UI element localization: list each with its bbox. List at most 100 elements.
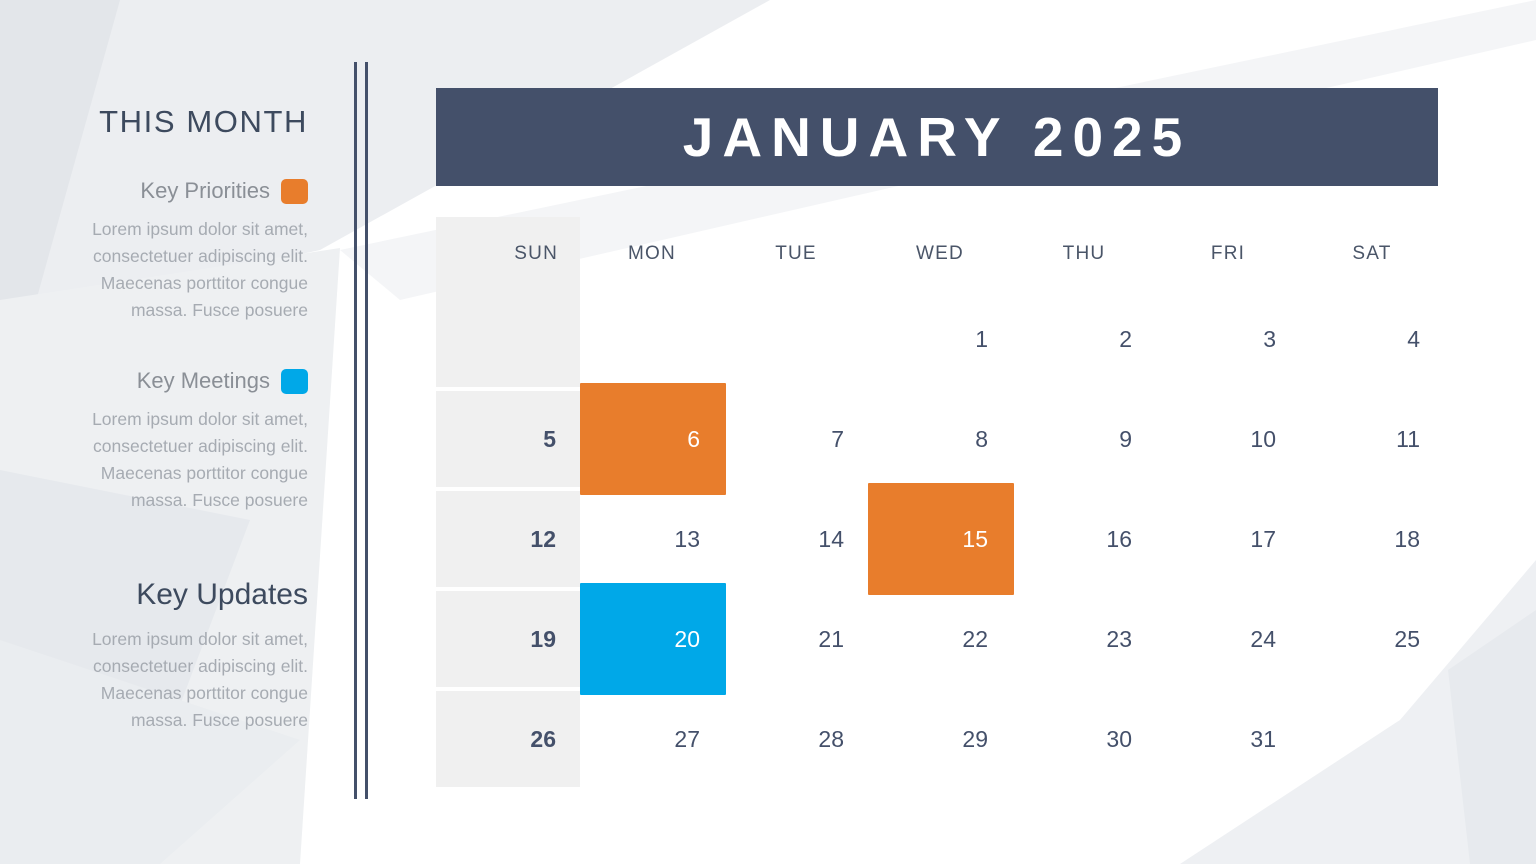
day-number: 2 [1119, 325, 1132, 352]
weekday-header-sat: SAT [1352, 243, 1392, 264]
legend-title-row: Key Meetings [43, 368, 308, 394]
day-number: 17 [1250, 525, 1276, 552]
calendar-weeks: 1 2 3 4 5 6 7 8 9 10 11 12 13 14 15 16 17 18 19 20 21 22 23 24 2… [436, 291, 1438, 791]
day-number: 24 [1250, 625, 1276, 652]
key-updates-section: Key Updates Lorem ipsum dolor sit amet, … [43, 578, 308, 734]
legend-body-key-priorities: Lorem ipsum dolor sit amet, consectetuer… [92, 219, 308, 320]
legend-label-key-priorities: Key Priorities [140, 178, 270, 203]
day-number: 6 [687, 425, 700, 452]
day-cell-29[interactable]: 29 [868, 691, 1012, 787]
day-cell-11[interactable]: 11 [1300, 391, 1444, 487]
day-number: 12 [530, 525, 556, 552]
day-number: 22 [962, 625, 988, 652]
day-number: 5 [543, 425, 556, 452]
day-cell-10[interactable]: 10 [1156, 391, 1300, 487]
day-cell-21[interactable]: 21 [724, 591, 868, 687]
day-number: 29 [962, 725, 988, 752]
day-number: 25 [1394, 625, 1420, 652]
calendar-weekday-header-row: SUN MON TUE WED THU FRI SAT [436, 217, 1446, 291]
vertical-divider-line-1 [354, 62, 357, 799]
day-number: 7 [831, 425, 844, 452]
day-cell-27[interactable]: 27 [580, 691, 724, 787]
legend-label-key-meetings: Key Meetings [136, 368, 270, 393]
day-number: 3 [1263, 325, 1276, 352]
key-updates-body: Lorem ipsum dolor sit amet, consectetuer… [92, 629, 308, 730]
section-title-this-month: THIS MONTH [99, 104, 308, 139]
day-number: 30 [1106, 725, 1132, 752]
day-number: 15 [962, 525, 988, 552]
day-cell-14[interactable]: 14 [724, 491, 868, 587]
day-number: 9 [1119, 425, 1132, 452]
orange-highlight-block [868, 483, 1014, 595]
day-cell-empty [724, 291, 868, 387]
day-number: 19 [530, 625, 556, 652]
calendar-month-title: JANUARY 2025 [682, 106, 1192, 168]
day-cell-12[interactable]: 12 [436, 491, 580, 587]
calendar: JANUARY 2025 SUN MON TUE WED THU FRI SAT 12345… [436, 88, 1438, 791]
day-cell-7[interactable]: 7 [724, 391, 868, 487]
legend-key-meetings: Key Meetings Lorem ipsum dolor sit amet,… [43, 368, 308, 514]
day-number: 31 [1250, 725, 1276, 752]
day-number: 4 [1407, 325, 1420, 352]
day-number: 23 [1106, 625, 1132, 652]
day-number: 26 [530, 725, 556, 752]
day-number: 11 [1396, 425, 1420, 452]
vertical-divider-line-2 [365, 62, 368, 799]
day-cell-empty [436, 291, 580, 387]
legend-body-key-meetings: Lorem ipsum dolor sit amet, consectetuer… [92, 409, 308, 510]
day-number: 16 [1106, 525, 1132, 552]
calendar-week-row: 19 20 21 22 23 24 25 [436, 583, 1446, 695]
day-number: 14 [818, 525, 844, 552]
calendar-header-bar: JANUARY 2025 [436, 88, 1438, 186]
day-number: 10 [1250, 425, 1276, 452]
day-cell-19[interactable]: 19 [436, 591, 580, 687]
day-cell-3[interactable]: 3 [1156, 291, 1300, 387]
day-cell-26[interactable]: 26 [436, 691, 580, 787]
day-cell-16[interactable]: 16 [1012, 491, 1156, 587]
day-cell-4[interactable]: 4 [1300, 291, 1444, 387]
day-cell-17[interactable]: 17 [1156, 491, 1300, 587]
day-cell-24[interactable]: 24 [1156, 591, 1300, 687]
key-updates-title: Key Updates [136, 578, 308, 611]
sidebar: THIS MONTH Key Priorities Lorem ipsum do… [0, 0, 330, 864]
day-number: 1 [975, 325, 988, 352]
day-number: 13 [674, 525, 700, 552]
day-cell-5[interactable]: 5 [436, 391, 580, 487]
day-cell-9[interactable]: 9 [1012, 391, 1156, 487]
day-number: 27 [674, 725, 700, 752]
day-number: 8 [975, 425, 988, 452]
calendar-week-row: 12 13 14 15 16 17 18 [436, 483, 1446, 595]
calendar-week-row: 1 2 3 4 [436, 291, 1446, 391]
day-cell-13[interactable]: 13 [580, 491, 724, 587]
day-cell-2[interactable]: 2 [1012, 291, 1156, 387]
weekday-header-tue: TUE [775, 243, 817, 264]
day-cell-empty [1300, 691, 1444, 787]
orange-swatch-icon [281, 178, 308, 204]
calendar-week-row: 5 6 7 8 9 10 11 [436, 383, 1446, 495]
day-cell-15[interactable]: 15 [868, 483, 1014, 595]
day-cell-empty [580, 291, 724, 387]
day-number: 20 [674, 625, 700, 652]
day-cell-1[interactable]: 1 [868, 291, 1012, 387]
orange-highlight-block [580, 383, 726, 495]
day-cell-8[interactable]: 8 [868, 391, 1012, 487]
day-cell-30[interactable]: 30 [1012, 691, 1156, 787]
day-cell-23[interactable]: 23 [1012, 591, 1156, 687]
day-cell-22[interactable]: 22 [868, 591, 1012, 687]
blue-highlight-block [580, 583, 726, 695]
day-cell-31[interactable]: 31 [1156, 691, 1300, 787]
slide-canvas: THIS MONTH Key Priorities Lorem ipsum do… [0, 0, 1536, 864]
weekday-header-mon: MON [628, 243, 676, 264]
weekday-header-thu: THU [1062, 243, 1106, 264]
blue-swatch-icon [281, 368, 308, 394]
day-cell-18[interactable]: 18 [1300, 491, 1444, 587]
day-cell-25[interactable]: 25 [1300, 591, 1444, 687]
day-cell-6[interactable]: 6 [580, 383, 726, 495]
day-cell-20[interactable]: 20 [580, 583, 726, 695]
day-number: 21 [818, 625, 844, 652]
legend-key-priorities: Key Priorities Lorem ipsum dolor sit ame… [43, 178, 308, 324]
weekday-header-wed: WED [916, 243, 964, 264]
legend-title-row: Key Priorities [43, 178, 308, 204]
day-cell-28[interactable]: 28 [724, 691, 868, 787]
day-number: 28 [818, 725, 844, 752]
